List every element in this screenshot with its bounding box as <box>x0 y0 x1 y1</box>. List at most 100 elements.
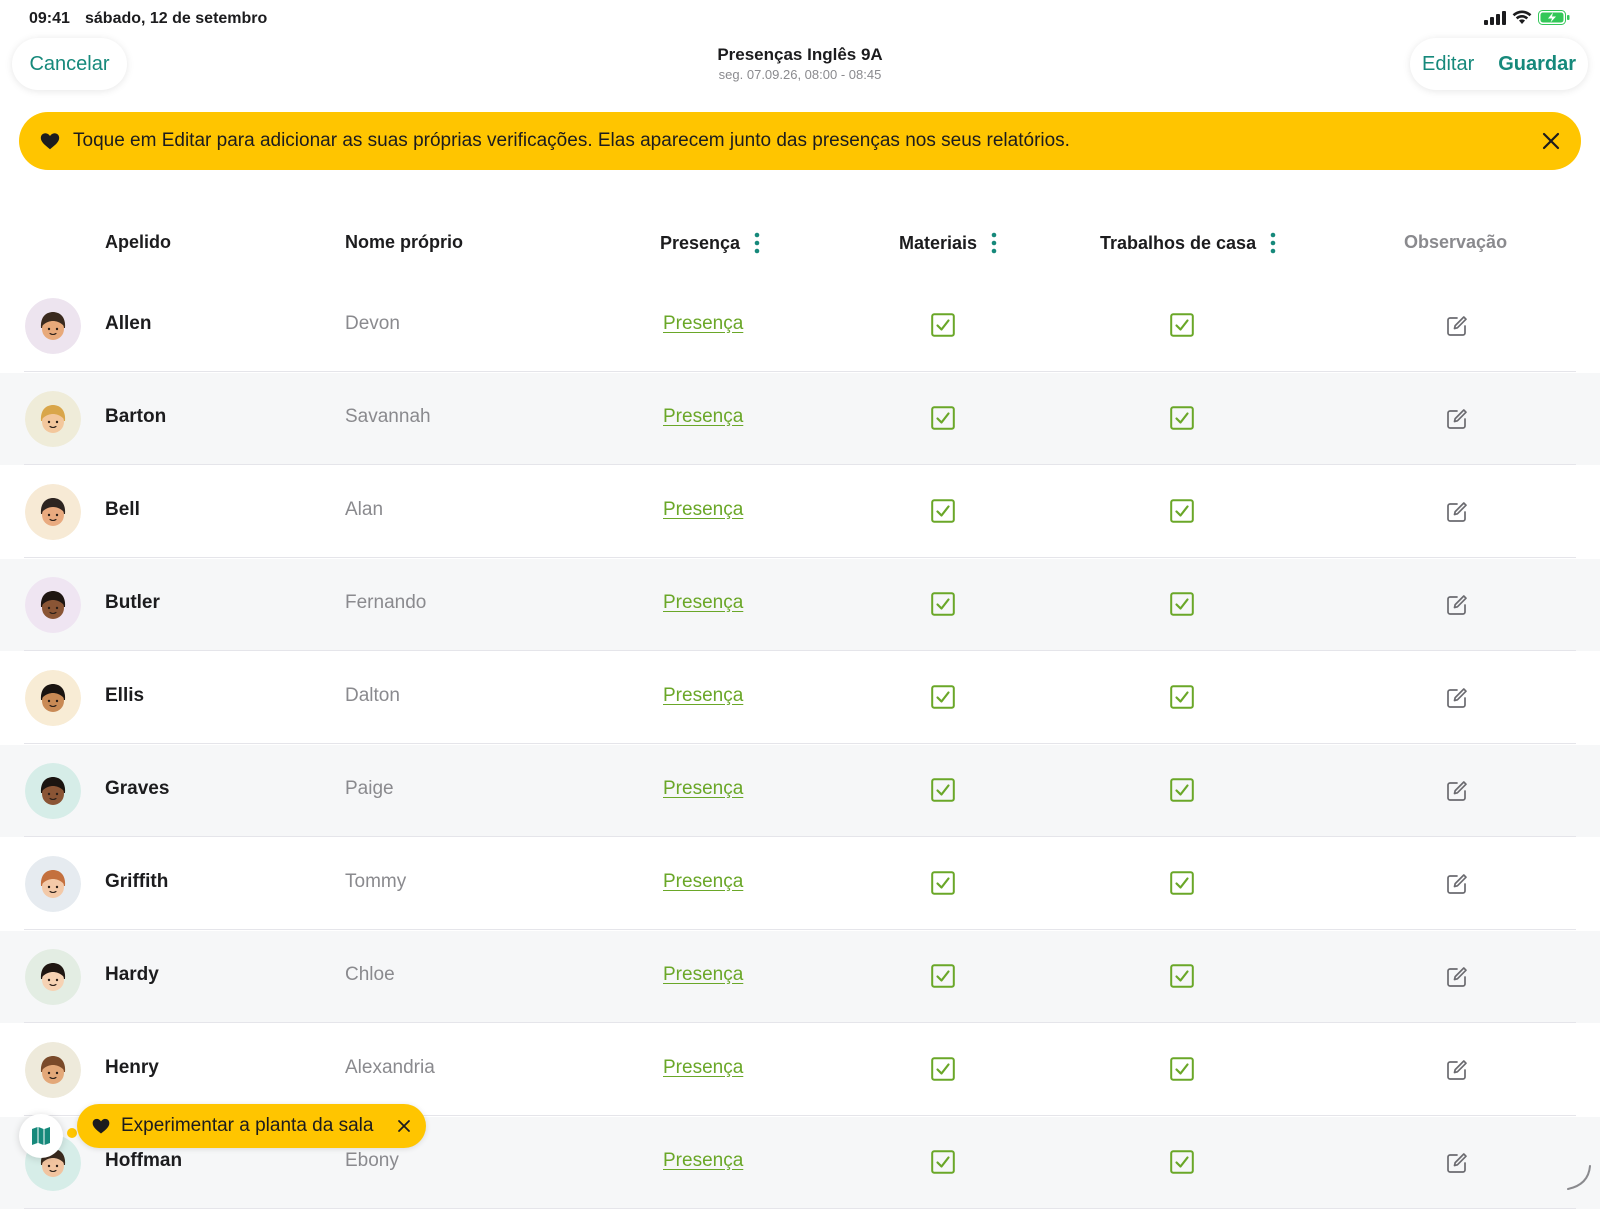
heart-icon <box>92 1118 110 1134</box>
more-options-icon[interactable] <box>1270 232 1276 254</box>
classroom-plan-button[interactable] <box>19 1114 63 1158</box>
presence-link[interactable]: Presença <box>663 685 743 707</box>
header-note: Observação <box>1404 232 1507 253</box>
materials-checkbox[interactable] <box>931 685 955 709</box>
header-given-name[interactable]: Nome próprio <box>345 232 463 253</box>
homework-checkbox[interactable] <box>1170 406 1194 430</box>
edit-note-icon[interactable] <box>1445 686 1469 710</box>
homework-checkbox[interactable] <box>1170 592 1194 616</box>
edit-note-icon[interactable] <box>1445 593 1469 617</box>
homework-checkbox[interactable] <box>1170 499 1194 523</box>
presence-link[interactable]: Presença <box>663 592 743 614</box>
edit-button[interactable]: Editar <box>1422 53 1474 76</box>
presence-link[interactable]: Presença <box>663 964 743 986</box>
materials-checkbox[interactable] <box>931 1150 955 1174</box>
row-divider <box>24 836 1576 837</box>
header-materials-label: Materiais <box>899 232 978 253</box>
row-divider <box>24 743 1576 744</box>
avatar <box>25 484 81 540</box>
given-name: Devon <box>345 313 400 334</box>
map-icon <box>32 1127 50 1145</box>
surname: Henry <box>105 1057 159 1078</box>
materials-checkbox[interactable] <box>931 499 955 523</box>
given-name: Chloe <box>345 964 395 985</box>
surname: Griffith <box>105 871 169 892</box>
presence-link[interactable]: Presença <box>663 313 743 335</box>
homework-checkbox[interactable] <box>1170 778 1194 802</box>
banner-text: Toque em Editar para adicionar as suas p… <box>73 130 1070 151</box>
more-options-icon[interactable] <box>991 232 997 254</box>
materials-checkbox[interactable] <box>931 964 955 988</box>
page-title: Presenças Inglês 9A <box>717 45 883 64</box>
materials-checkbox[interactable] <box>931 871 955 895</box>
presence-link[interactable]: Presença <box>663 778 743 800</box>
materials-checkbox[interactable] <box>931 313 955 337</box>
row-divider <box>24 557 1576 558</box>
given-name: Fernando <box>345 592 427 613</box>
surname: Ellis <box>105 685 145 706</box>
materials-checkbox[interactable] <box>931 592 955 616</box>
edit-note-icon[interactable] <box>1445 314 1469 338</box>
given-name: Savannah <box>345 406 431 427</box>
header-surname-label: Apelido <box>105 232 171 252</box>
avatar <box>25 949 81 1005</box>
avatar <box>25 856 81 912</box>
close-icon[interactable] <box>396 1118 412 1134</box>
header-given-label: Nome próprio <box>345 232 464 252</box>
surname: Barton <box>105 406 167 427</box>
given-name: Dalton <box>345 685 400 706</box>
presence-link[interactable]: Presença <box>663 406 743 428</box>
avatar <box>25 391 81 447</box>
table-row: Hardy Chloe Presença <box>0 931 1600 1023</box>
row-divider <box>24 929 1576 930</box>
homework-checkbox[interactable] <box>1170 313 1194 337</box>
edit-note-icon[interactable] <box>1445 500 1469 524</box>
materials-checkbox[interactable] <box>931 406 955 430</box>
materials-checkbox[interactable] <box>931 778 955 802</box>
header-note-label: Observação <box>1404 232 1508 252</box>
tooltip-pointer <box>67 1128 77 1138</box>
homework-checkbox[interactable] <box>1170 685 1194 709</box>
edit-note-icon[interactable] <box>1445 965 1469 989</box>
table-row: Bell Alan Presença <box>0 466 1600 558</box>
presence-link[interactable]: Presença <box>663 1150 743 1172</box>
homework-checkbox[interactable] <box>1170 871 1194 895</box>
presence-link[interactable]: Presença <box>663 871 743 893</box>
save-button[interactable]: Guardar <box>1498 53 1576 76</box>
materials-checkbox[interactable] <box>931 1057 955 1081</box>
avatar <box>25 298 81 354</box>
heart-icon <box>40 133 60 150</box>
avatar <box>25 670 81 726</box>
status-date: sábado, 12 de setembro <box>85 10 268 27</box>
edit-note-icon[interactable] <box>1445 407 1469 431</box>
row-divider <box>24 371 1576 372</box>
given-name: Alan <box>345 499 384 520</box>
scroll-indicator-icon <box>1567 1165 1591 1190</box>
header-presence: Presença <box>660 232 760 254</box>
header-surname[interactable]: Apelido <box>105 232 171 253</box>
more-options-icon[interactable] <box>754 232 760 254</box>
edit-note-icon[interactable] <box>1445 872 1469 896</box>
info-banner: Toque em Editar para adicionar as suas p… <box>19 112 1581 170</box>
given-name: Alexandria <box>345 1057 435 1078</box>
edit-note-icon[interactable] <box>1445 1151 1469 1175</box>
presence-link[interactable]: Presença <box>663 1057 743 1079</box>
close-icon[interactable] <box>1539 129 1563 153</box>
homework-checkbox[interactable] <box>1170 1057 1194 1081</box>
header-homework: Trabalhos de casa <box>1100 232 1276 254</box>
header-materials: Materiais <box>899 232 997 254</box>
homework-checkbox[interactable] <box>1170 1150 1194 1174</box>
surname: Butler <box>105 592 160 613</box>
edit-note-icon[interactable] <box>1445 1058 1469 1082</box>
classroom-plan-tooltip[interactable]: Experimentar a planta da sala <box>77 1104 426 1148</box>
presence-link[interactable]: Presença <box>663 499 743 521</box>
homework-checkbox[interactable] <box>1170 964 1194 988</box>
header-homework-label: Trabalhos de casa <box>1100 232 1257 253</box>
status-time: 09:41 <box>29 10 70 27</box>
table-header: Apelido Nome próprio Presença Materiais … <box>0 220 1600 266</box>
given-name: Paige <box>345 778 394 799</box>
cellular-signal-icon <box>1484 10 1506 25</box>
table-row: Graves Paige Presença <box>0 745 1600 837</box>
table-row: Barton Savannah Presença <box>0 373 1600 465</box>
edit-note-icon[interactable] <box>1445 779 1469 803</box>
